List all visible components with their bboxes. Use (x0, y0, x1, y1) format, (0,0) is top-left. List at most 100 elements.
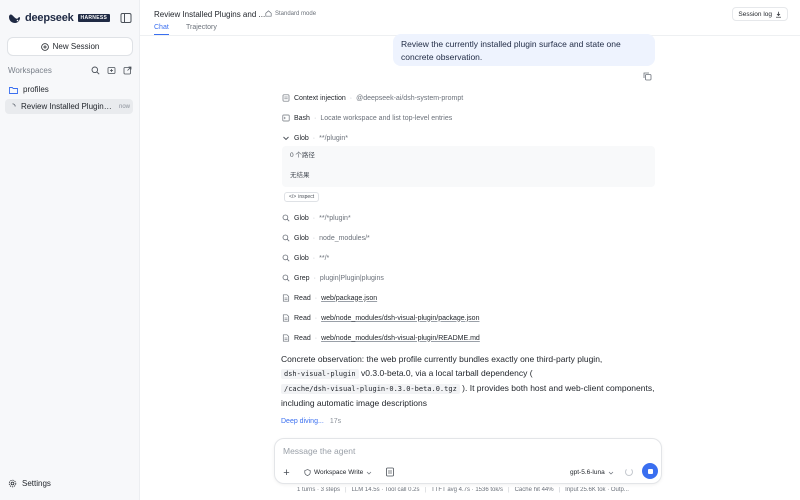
tool-argument: @deepseek-ai/dsh-system-prompt (356, 94, 464, 102)
new-session-button[interactable]: New Session (7, 37, 133, 56)
tool-step-row[interactable]: Bash · Locate workspace and list top-level… (282, 112, 452, 124)
tool-step-row[interactable]: Glob · node_modules/* (282, 232, 370, 244)
workspace-label: profiles (23, 85, 49, 94)
tool-name: Read (294, 314, 311, 322)
status-item: Input 25.6K tok · Outp... (565, 487, 629, 493)
tool-argument: **/plugin* (319, 134, 348, 142)
settings-button[interactable]: Settings (8, 479, 51, 488)
status-item: Cache hit 44% (514, 487, 554, 493)
model-label: gpt-5.6-luna (570, 469, 605, 476)
file-icon (282, 334, 290, 342)
loading-icon (12, 103, 16, 107)
tool-name: Glob (294, 254, 309, 262)
sidebar: deepseek HARNESS New Session Workspaces … (0, 0, 140, 500)
deep-dive-label: Deep diving... (281, 418, 324, 425)
sidebar-toggle-icon[interactable] (120, 12, 132, 24)
tab-chat[interactable]: Chat (154, 24, 169, 35)
search-icon (282, 234, 290, 242)
user-message: Review the currently installed plugin su… (393, 34, 655, 66)
separator-dot: · (314, 334, 318, 342)
file-icon[interactable] (385, 467, 395, 477)
status-separator: | (558, 487, 561, 493)
status-item: LLM 14.5s · Tool call 0.2s (351, 487, 420, 493)
settings-label: Settings (22, 479, 51, 488)
status-bar: 1 turns · 3 steps | LLM 14.5s · Tool call … (297, 487, 637, 493)
terminal-icon (282, 114, 290, 122)
mode-label: Standard mode (275, 10, 317, 17)
tool-step-row[interactable]: Grep · plugin|Plugin|plugins (282, 272, 384, 284)
answer-code-2: /cache/dsh-visual-plugin-0.3.0-beta.0.tg… (281, 384, 460, 394)
answer-text-1: Concrete observation: the web profile cu… (281, 354, 603, 364)
assistant-answer: Concrete observation: the web profile cu… (281, 352, 661, 410)
file-icon (282, 294, 290, 302)
answer-code-1: dsh-visual-plugin (281, 369, 359, 379)
tool-step-row[interactable]: Read · web/package.json (282, 292, 377, 304)
tool-step-row[interactable]: Read · web/node_modules/dsh-visual-plugin/… (282, 312, 479, 324)
mode-indicator[interactable]: Standard mode (265, 10, 316, 17)
status-separator: | (424, 487, 427, 493)
folder-icon (9, 86, 18, 94)
separator-dot: · (314, 294, 318, 302)
message-composer: Message the agent + Workspace Write gpt-… (274, 438, 662, 484)
chevron-down-icon (367, 471, 372, 474)
stop-button[interactable] (642, 463, 658, 479)
separator-dot: · (314, 314, 318, 322)
answer-text-2: v0.3.0-beta.0, via a local tarball depen… (358, 368, 533, 378)
tool-argument[interactable]: web/node_modules/dsh-visual-plugin/packa… (321, 315, 479, 322)
glob-result-empty: 无结果 (290, 172, 310, 179)
tool-argument: **/* (319, 254, 330, 262)
tab-trajectory[interactable]: Trajectory (186, 24, 217, 34)
status-separator: | (508, 487, 510, 493)
permission-selector[interactable]: Workspace Write (304, 467, 372, 478)
separator-dot: · (313, 274, 316, 282)
copy-icon[interactable] (643, 72, 652, 81)
message-input[interactable]: Message the agent (283, 446, 355, 456)
loading-spinner-icon (625, 468, 633, 476)
tool-argument: node_modules/* (319, 234, 370, 242)
deep-dive-time: 17s (329, 418, 342, 425)
open-external-icon[interactable] (122, 65, 133, 76)
tool-argument[interactable]: web/node_modules/dsh-visual-plugin/READM… (321, 335, 480, 342)
status-item: TTFT avg 4.7s · 1536 tok/s (431, 487, 504, 493)
glob-result-panel: 0 个路径 无结果 (282, 146, 655, 187)
file-icon (282, 314, 290, 322)
tool-name: Bash (294, 114, 310, 122)
tool-argument[interactable]: web/package.json (321, 295, 377, 302)
page-title: Review Installed Plugins and ... (154, 10, 266, 19)
new-folder-icon[interactable] (106, 65, 117, 76)
permission-label: Workspace Write (314, 469, 364, 476)
chevron-down-icon (282, 134, 290, 142)
tool-step-row[interactable]: Context injection · @deepseek-ai/dsh-syste… (282, 92, 463, 104)
tool-name: Grep (294, 274, 310, 282)
tool-step-row[interactable]: Glob · **/plugin* (282, 132, 348, 144)
workspace-item-profiles[interactable]: profiles (5, 82, 133, 97)
session-time: now (118, 103, 130, 110)
home-icon (265, 10, 272, 17)
new-session-label: New Session (52, 42, 100, 51)
brand-logo[interactable]: deepseek HARNESS (8, 11, 111, 25)
inspect-button[interactable]: </> inspect (284, 192, 320, 202)
tool-argument: **/*plugin* (319, 214, 351, 222)
chevron-down-icon (608, 471, 613, 474)
tool-argument: Locate workspace and list top-level entr… (320, 114, 453, 122)
search-icon (282, 214, 290, 222)
status-separator: | (345, 487, 347, 493)
search-icon[interactable] (90, 65, 101, 76)
tool-name: Glob (294, 214, 309, 222)
whale-logo-icon (9, 13, 20, 23)
model-selector[interactable]: gpt-5.6-luna (570, 467, 614, 478)
download-icon (776, 11, 781, 18)
add-attachment-icon[interactable]: + (281, 467, 292, 479)
separator-dot: · (312, 254, 316, 262)
inspect-label: inspect (298, 194, 315, 200)
deep-dive-status[interactable]: Deep diving... 17s (281, 418, 341, 425)
document-icon (282, 94, 290, 102)
search-icon (282, 274, 290, 282)
session-log-label: Session log (738, 10, 772, 18)
tool-step-row[interactable]: Glob · **/* (282, 252, 329, 264)
session-item-active[interactable]: Review Installed Plugins and... now (5, 99, 133, 114)
tool-step-row[interactable]: Glob · **/*plugin* (282, 212, 351, 224)
tool-argument: plugin|Plugin|plugins (319, 274, 384, 282)
tool-step-row[interactable]: Read · web/node_modules/dsh-visual-plugin/… (282, 332, 480, 344)
session-log-button[interactable]: Session log (732, 7, 788, 21)
